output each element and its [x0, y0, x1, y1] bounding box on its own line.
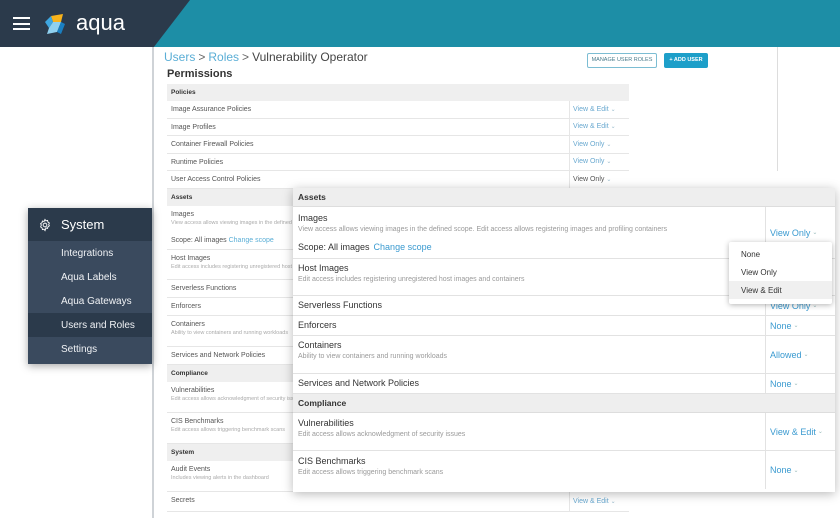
permission-select[interactable]: View & Edit ⌄ [569, 491, 629, 511]
permission-select[interactable]: View Only ⌄ [569, 136, 629, 153]
dropdown-option-view-and-edit[interactable]: View & Edit [729, 281, 832, 299]
page-title: Permissions [167, 68, 233, 80]
hamburger-menu-icon[interactable] [13, 17, 30, 30]
add-user-button[interactable]: + ADD USER [664, 53, 708, 68]
chevron-down-icon: ⌄ [610, 106, 616, 113]
sidebar-item-aqua-labels[interactable]: Aqua Labels [28, 265, 152, 289]
permission-dropdown-menu: None View Only View & Edit [729, 242, 832, 304]
system-menu-header[interactable]: System [28, 208, 152, 241]
chevron-down-icon: ⌄ [793, 323, 799, 329]
chevron-down-icon: ⌄ [793, 381, 799, 387]
system-menu: System Integrations Aqua Labels Aqua Gat… [28, 208, 152, 364]
section-header-compliance: Compliance [293, 394, 835, 413]
dropdown-option-view-only[interactable]: View Only [729, 263, 832, 281]
table-row: Image Assurance Policies View & Edit ⌄ [167, 101, 629, 119]
table-row: Containers Ability to view containers an… [293, 336, 835, 374]
chevron-down-icon: ⌄ [793, 467, 799, 474]
chevron-down-icon: ⌄ [606, 176, 612, 183]
section-header-policies: Policies [167, 84, 629, 101]
permission-select[interactable]: View & Edit ⌄ [765, 413, 835, 450]
chevron-down-icon: ⌄ [610, 498, 616, 505]
system-menu-title: System [61, 217, 105, 232]
permission-select[interactable]: None ⌄ [765, 451, 835, 489]
aqua-logo-icon [45, 14, 65, 34]
chevron-down-icon: ⌄ [812, 230, 818, 236]
sidebar-item-users-and-roles[interactable]: Users and Roles [28, 313, 152, 337]
table-row: CIS Benchmarks Edit access allows trigge… [293, 451, 835, 489]
table-row: User Access Control Policies View Only ⌄ [167, 171, 629, 189]
sidebar-item-aqua-gateways[interactable]: Aqua Gateways [28, 289, 152, 313]
section-header-assets: Assets [293, 188, 835, 207]
table-row: Runtime Policies View Only ⌄ [167, 153, 629, 171]
sidebar-item-settings[interactable]: Settings [28, 337, 152, 361]
permissions-detail-panel: Assets Images View access allows viewing… [293, 188, 835, 492]
sidebar-item-integrations[interactable]: Integrations [28, 241, 152, 265]
permission-select[interactable]: View Only ⌄ [569, 171, 629, 188]
permission-select[interactable]: None ⌄ [765, 374, 835, 393]
table-row: Image Profiles View & Edit ⌄ [167, 118, 629, 136]
chevron-down-icon: ⌄ [606, 159, 612, 166]
table-row: Container Firewall Policies View Only ⌄ [167, 136, 629, 154]
chevron-down-icon: ⌄ [817, 429, 823, 435]
permission-select[interactable]: None ⌄ [765, 316, 835, 335]
table-row: Vulnerabilities Edit access allows ackno… [293, 413, 835, 451]
breadcrumb-users[interactable]: Users [164, 50, 195, 64]
breadcrumb-separator: > [198, 50, 206, 64]
change-scope-link[interactable]: Change scope [229, 237, 274, 244]
manage-user-roles-button[interactable]: MANAGE USER ROLES [587, 53, 657, 68]
table-row: Enforcers None ⌄ [293, 316, 835, 336]
permission-select[interactable]: View & Edit ⌄ [569, 118, 629, 135]
permission-select[interactable]: Allowed ⌄ [765, 336, 835, 373]
table-row: Services and Network Policies None ⌄ [293, 374, 835, 394]
gear-icon [40, 218, 50, 232]
breadcrumb: Users > Roles > Vulnerability Operator [164, 50, 368, 64]
scope-label: Scope: All images [298, 242, 370, 252]
breadcrumb-roles[interactable]: Roles [208, 50, 239, 64]
breadcrumb-separator: > [242, 50, 250, 64]
breadcrumb-current: Vulnerability Operator [252, 50, 368, 64]
permission-select[interactable]: View Only ⌄ [569, 153, 629, 170]
chevron-down-icon: ⌄ [610, 124, 616, 131]
brand-name: aqua [76, 10, 125, 35]
change-scope-link[interactable]: Change scope [374, 242, 432, 252]
chevron-down-icon: ⌄ [803, 352, 809, 358]
table-row: Secrets View & Edit ⌄ [167, 491, 629, 512]
chevron-down-icon: ⌄ [606, 141, 612, 148]
dropdown-option-none[interactable]: None [729, 245, 832, 263]
permission-select[interactable]: View & Edit ⌄ [569, 101, 629, 118]
